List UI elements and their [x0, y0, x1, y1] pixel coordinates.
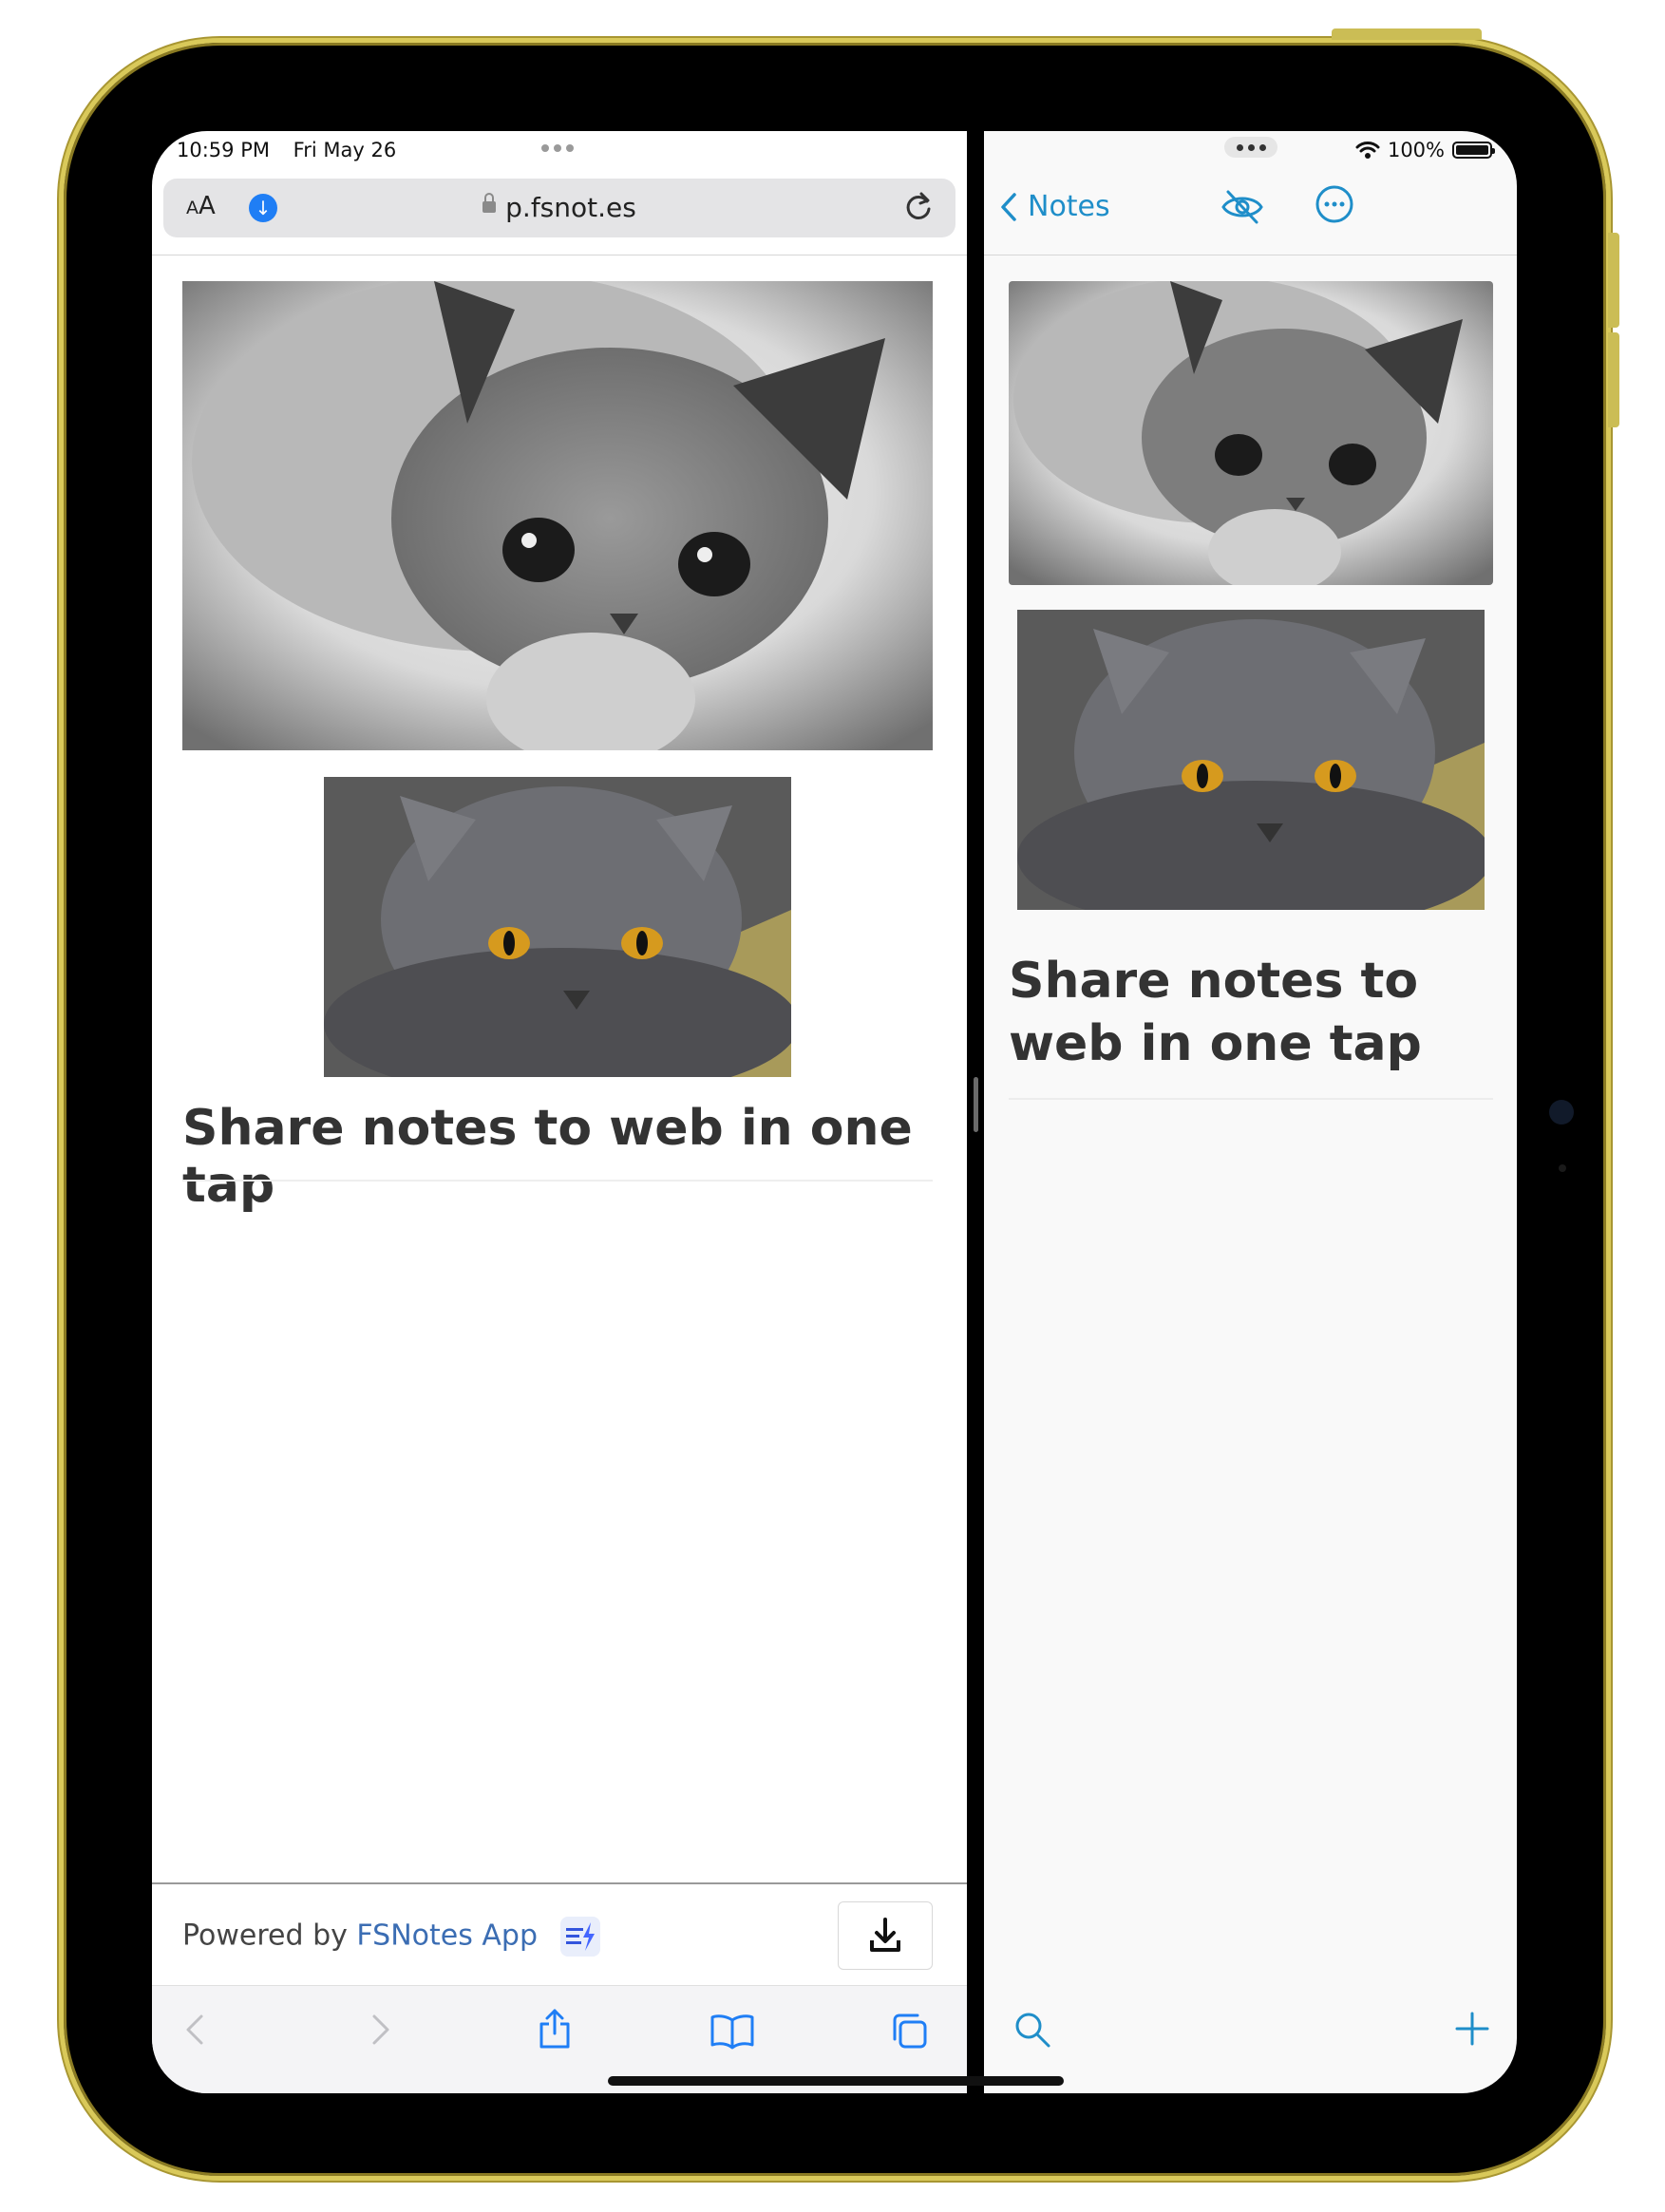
powered-by: Powered by FSNotes App: [182, 1917, 600, 1957]
screen: 10:59 PM Fri May 26 AA ↓ p.fsnot.es Shar…: [152, 131, 1517, 2093]
top-button: [1332, 28, 1482, 40]
cat-image-grey: [324, 777, 791, 1077]
home-indicator[interactable]: [608, 2076, 1064, 2086]
multitasking-dots-right[interactable]: [1224, 137, 1277, 158]
address-bar[interactable]: AA ↓ p.fsnot.es: [163, 179, 955, 237]
note-heading[interactable]: Share notes to web in one tap: [1009, 950, 1503, 1075]
multitasking-dots[interactable]: [541, 144, 574, 152]
share-icon[interactable]: [536, 2007, 574, 2051]
lock-icon: [482, 193, 497, 213]
note-heading-rule: [1009, 1098, 1493, 1100]
notes-back-button[interactable]: Notes: [999, 190, 1110, 223]
safari-pane: 10:59 PM Fri May 26 AA ↓ p.fsnot.es Shar…: [152, 131, 967, 2093]
split-view-handle[interactable]: [974, 1077, 978, 1132]
download-button[interactable]: [838, 1901, 933, 1970]
chevron-left-icon: [1001, 192, 1016, 221]
note-cat-image-grey: [1017, 610, 1485, 910]
footer-separator: [152, 1882, 967, 1884]
fsnotes-link[interactable]: FSNotes App: [356, 1919, 538, 1953]
notes-pane: 100% Notes Share notes to web in one tap: [984, 131, 1517, 2093]
sensor: [1559, 1164, 1566, 1172]
bookmarks-icon[interactable]: [709, 2013, 756, 2051]
heading-rule: [182, 1180, 933, 1182]
status-bar-left: 10:59 PM Fri May 26: [177, 139, 413, 177]
volume-down-button: [1608, 332, 1619, 427]
battery-percent: 100%: [1387, 139, 1445, 161]
search-icon[interactable]: [1012, 2010, 1052, 2050]
add-icon[interactable]: [1453, 2010, 1491, 2048]
fsnotes-app-icon[interactable]: [559, 1917, 600, 1957]
reload-icon[interactable]: [902, 190, 935, 224]
powered-prefix: Powered by: [182, 1919, 357, 1953]
cat-image-bw: [182, 281, 933, 750]
note-cat-image-bw: [1009, 281, 1493, 585]
download-icon: [870, 1918, 900, 1952]
tabs-icon[interactable]: [889, 2011, 931, 2052]
status-date: Fri May 26: [293, 139, 397, 161]
notes-back-label: Notes: [1028, 190, 1110, 223]
eye-slash-icon[interactable]: [1220, 188, 1264, 226]
page-heading: Share notes to web in one tap: [182, 1100, 913, 1214]
status-time: 10:59 PM: [177, 139, 270, 161]
battery-icon: [1452, 142, 1495, 159]
forward-icon[interactable]: [367, 2011, 395, 2049]
front-camera: [1549, 1100, 1574, 1125]
status-bar-right: 100%: [1355, 139, 1495, 161]
url-text: p.fsnot.es: [505, 192, 636, 223]
wifi-icon: [1355, 142, 1380, 159]
more-icon[interactable]: [1315, 184, 1354, 224]
volume-up-button: [1608, 233, 1619, 328]
back-icon[interactable]: [180, 2011, 209, 2049]
